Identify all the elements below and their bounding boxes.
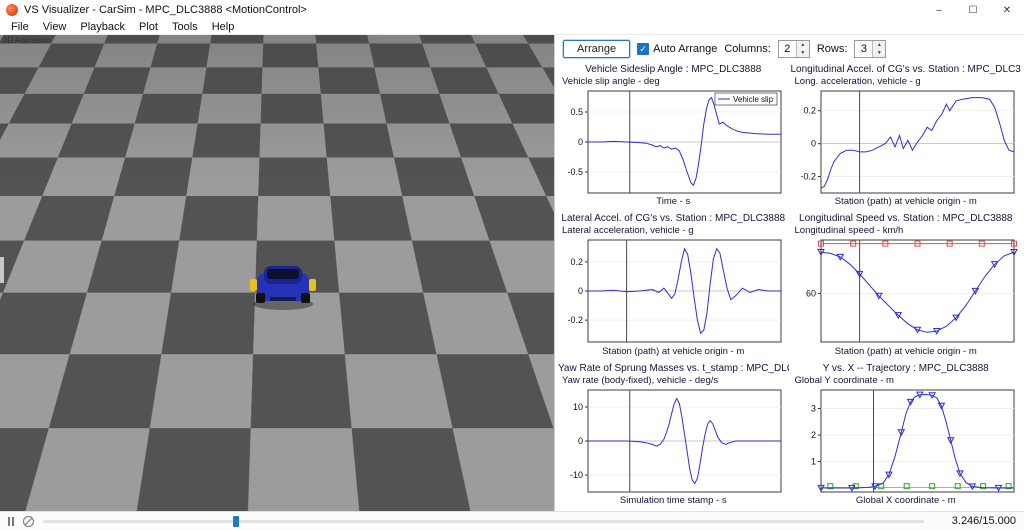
svg-text:0: 0: [810, 139, 815, 149]
arrange-button[interactable]: Arrange: [563, 39, 631, 58]
maximize-button[interactable]: ☐: [956, 0, 990, 20]
svg-text:-0.5: -0.5: [567, 167, 583, 177]
plot-title: Longitudinal Speed vs. Station : MPC_DLC…: [799, 213, 1013, 225]
svg-text:3: 3: [810, 403, 815, 413]
svg-text:-0.2: -0.2: [800, 172, 816, 182]
rows-down-icon[interactable]: [873, 48, 886, 57]
svg-text:-10: -10: [570, 470, 583, 480]
plot-canvas-yaw-rate[interactable]: 10 0 -10: [558, 387, 789, 495]
svg-text:0: 0: [578, 137, 583, 147]
columns-spinner-arrows: [795, 40, 809, 57]
plot-longitudinal-accel: Longitudinal Accel. of CG's vs. Station …: [790, 62, 1022, 210]
plot-ylabel: Global Y coordinate - m: [794, 374, 894, 386]
viewport-label: 3D Animation: [3, 36, 51, 45]
plot-ylabel: Yaw rate (body-fixed), vehicle - deg/s: [562, 374, 719, 386]
columns-label: Columns:: [724, 42, 771, 55]
svg-text:0: 0: [578, 436, 583, 446]
svg-text:1: 1: [810, 456, 815, 466]
columns-value: 2: [784, 42, 791, 55]
plot-yaw-rate: Yaw Rate of Sprung Masses vs. t_stamp : …: [558, 360, 789, 508]
window-title: VS Visualizer - CarSim - MPC_DLC3888 <Mo…: [24, 4, 307, 16]
auto-arrange-control: Auto Arrange: [637, 42, 718, 55]
plot-ylabel: Longitudinal speed - km/h: [794, 225, 904, 237]
rows-spinner[interactable]: 3: [854, 39, 887, 58]
plot-lateral-accel: Lateral Accel. of CG's vs. Station : MPC…: [558, 211, 789, 359]
svg-text:2: 2: [810, 430, 815, 440]
plot-trajectory: Y vs. X -- Trajectory : MPC_DLC3888 Glob…: [790, 360, 1022, 508]
plot-xlabel: Station (path) at vehicle origin - m: [834, 345, 977, 357]
menu-help[interactable]: Help: [205, 21, 242, 33]
plot-canvas-lateral-accel[interactable]: 0.2 0 -0.2: [558, 237, 789, 345]
plot-canvas-trajectory[interactable]: 3 2 1: [791, 387, 1022, 495]
rows-up-icon[interactable]: [873, 40, 886, 49]
rows-value: 3: [860, 42, 867, 55]
minimize-button[interactable]: –: [922, 0, 956, 20]
time-display: 3.246/15.000: [951, 515, 1016, 527]
svg-text:0.2: 0.2: [570, 257, 583, 267]
close-button[interactable]: ✕: [990, 0, 1024, 20]
playback-bar: 3.246/15.000: [0, 511, 1024, 530]
app-icon: [6, 4, 18, 16]
columns-spinner[interactable]: 2: [777, 39, 810, 58]
loop-disabled-icon[interactable]: [22, 515, 35, 528]
plot-xlabel: Station (path) at vehicle origin - m: [834, 196, 977, 208]
window-controls: – ☐ ✕: [922, 0, 1024, 20]
plot-title: Lateral Accel. of CG's vs. Station : MPC…: [561, 213, 786, 225]
main-area: 3D Animation Arrange Auto Arrange: [0, 35, 1024, 511]
app-window: VS Visualizer - CarSim - MPC_DLC3888 <Mo…: [0, 0, 1024, 530]
plot-xlabel: Time - s: [656, 196, 691, 208]
plot-canvas-longitudinal-speed[interactable]: 60: [791, 237, 1022, 345]
svg-text:10: 10: [573, 402, 583, 412]
plot-title: Yaw Rate of Sprung Masses vs. t_stamp : …: [558, 362, 789, 374]
menu-plot[interactable]: Plot: [132, 21, 165, 33]
columns-up-icon[interactable]: [796, 40, 809, 49]
plot-title: Longitudinal Accel. of CG's vs. Station …: [790, 64, 1022, 75]
plot-ylabel: Lateral acceleration, vehicle - g: [562, 225, 694, 237]
plot-canvas-sideslip[interactable]: 0.5 0 -0.5 Vehicle slip: [558, 88, 789, 196]
rows-label: Rows:: [816, 42, 848, 55]
menu-playback[interactable]: Playback: [73, 21, 132, 33]
plot-ylabel: Vehicle slip angle - deg: [562, 76, 660, 87]
plot-toolbar: Arrange Auto Arrange Columns: 2 Rows: 3: [555, 35, 1024, 62]
plot-ylabel: Long. acceleration, vehicle - g: [794, 76, 921, 87]
plot-xlabel: Station (path) at vehicle origin - m: [602, 345, 745, 357]
plot-vehicle-sideslip: Vehicle Sideslip Angle : MPC_DLC3888 Veh…: [558, 62, 789, 210]
splitter-grip[interactable]: [0, 257, 4, 283]
plot-panel: Arrange Auto Arrange Columns: 2 Rows: 3: [554, 35, 1024, 511]
svg-text:0.5: 0.5: [570, 107, 583, 117]
svg-text:0: 0: [578, 286, 583, 296]
menu-file[interactable]: File: [4, 21, 36, 33]
plot-title: Y vs. X -- Trajectory : MPC_DLC3888: [822, 362, 989, 374]
plots-grid: Vehicle Sideslip Angle : MPC_DLC3888 Veh…: [555, 62, 1024, 511]
3d-animation-viewport[interactable]: 3D Animation: [0, 35, 554, 511]
plot-xlabel: Simulation time stamp - s: [619, 494, 727, 506]
plot-canvas-longitudinal-accel[interactable]: 0.2 0 -0.2: [791, 88, 1022, 196]
plot-title: Vehicle Sideslip Angle : MPC_DLC3888: [585, 64, 762, 75]
columns-down-icon[interactable]: [796, 48, 809, 57]
rows-spinner-arrows: [872, 40, 886, 57]
auto-arrange-checkbox[interactable]: [637, 42, 650, 55]
pause-button[interactable]: [8, 516, 14, 526]
svg-text:Vehicle slip: Vehicle slip: [733, 95, 774, 104]
menu-view[interactable]: View: [36, 21, 74, 33]
auto-arrange-label: Auto Arrange: [653, 42, 718, 55]
svg-text:-0.2: -0.2: [567, 315, 583, 325]
playback-slider[interactable]: [43, 515, 924, 527]
svg-text:60: 60: [805, 289, 815, 299]
playback-slider-thumb[interactable]: [233, 516, 240, 527]
plot-xlabel: Global X coordinate - m: [855, 494, 956, 506]
menu-tools[interactable]: Tools: [165, 21, 205, 33]
plot-longitudinal-speed: Longitudinal Speed vs. Station : MPC_DLC…: [790, 211, 1022, 359]
titlebar: VS Visualizer - CarSim - MPC_DLC3888 <Mo…: [0, 0, 1024, 20]
svg-text:0.2: 0.2: [803, 106, 816, 116]
vehicle: [250, 266, 316, 310]
slider-track: [43, 520, 924, 523]
menubar: File View Playback Plot Tools Help: [0, 20, 1024, 35]
